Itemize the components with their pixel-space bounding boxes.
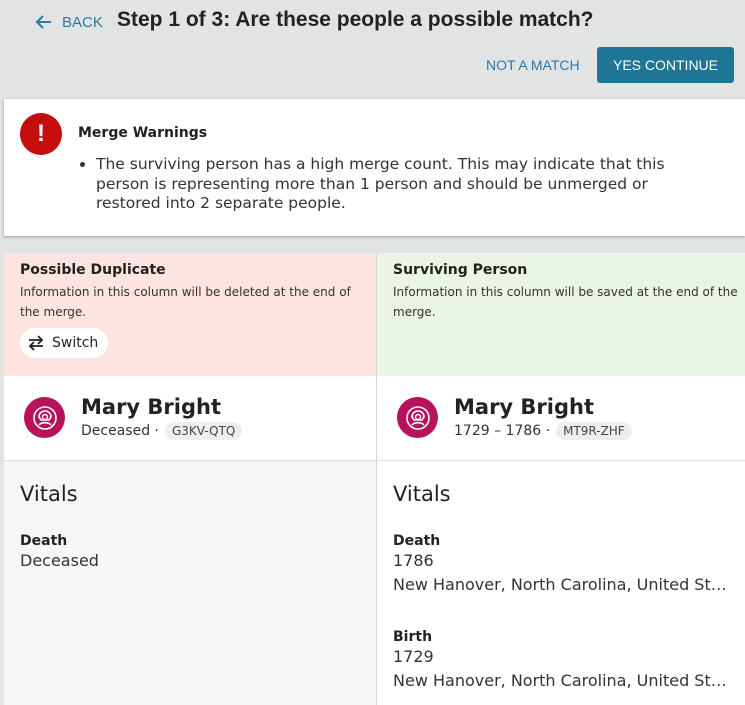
alert-icon: ! bbox=[20, 113, 62, 155]
field-value-date: 1729 bbox=[393, 647, 434, 666]
top-bar: BACK Step 1 of 3: Are these people a pos… bbox=[0, 0, 745, 98]
back-button[interactable]: BACK bbox=[34, 12, 103, 32]
lifespan: Deceased · bbox=[81, 423, 159, 439]
column-description: Information in this column will be saved… bbox=[393, 285, 738, 319]
person-id-badge: MT9R-ZHF bbox=[556, 422, 632, 440]
back-label: BACK bbox=[62, 13, 103, 31]
switch-label: Switch bbox=[52, 335, 99, 351]
duplicate-vitals-section: Vitals Death Deceased bbox=[4, 461, 376, 705]
warning-list: The surviving person has a high merge co… bbox=[96, 155, 716, 214]
section-title: Vitals bbox=[393, 482, 451, 506]
yes-continue-button[interactable]: YES CONTINUE bbox=[597, 47, 734, 83]
death-field: Death 1786 New Hanover, North Carolina, … bbox=[393, 533, 733, 597]
surviving-vitals-section: Vitals Death 1786 New Hanover, North Car… bbox=[377, 461, 745, 705]
death-field: Death Deceased bbox=[20, 533, 360, 573]
field-value: Deceased bbox=[20, 551, 99, 570]
merge-warnings-panel: ! Merge Warnings The surviving person ha… bbox=[4, 99, 745, 236]
column-heading: Possible Duplicate bbox=[20, 262, 166, 278]
page-title: Step 1 of 3: Are these people a possible… bbox=[117, 8, 594, 31]
surviving-person-header: Surviving Person Information in this col… bbox=[377, 253, 745, 376]
column-divider bbox=[376, 253, 377, 705]
possible-duplicate-header: Possible Duplicate Information in this c… bbox=[4, 253, 376, 376]
person-name[interactable]: Mary Bright bbox=[81, 395, 221, 419]
birth-field: Birth 1729 New Hanover, North Carolina, … bbox=[393, 629, 733, 693]
column-description: Information in this column will be delet… bbox=[20, 285, 351, 319]
field-label: Death bbox=[20, 533, 68, 549]
switch-button[interactable]: Switch bbox=[20, 328, 108, 358]
arrow-left-icon bbox=[35, 15, 51, 29]
swap-icon bbox=[28, 335, 44, 351]
duplicate-person-card[interactable]: Mary Bright Deceased · G3KV-QTQ bbox=[4, 376, 376, 461]
column-heading: Surviving Person bbox=[393, 262, 528, 278]
person-name[interactable]: Mary Bright bbox=[454, 395, 594, 419]
not-a-match-button[interactable]: NOT A MATCH bbox=[486, 57, 580, 73]
warning-item: The surviving person has a high merge co… bbox=[96, 155, 716, 214]
surviving-person-card[interactable]: Mary Bright 1729 – 1786 · MT9R-ZHF bbox=[377, 376, 745, 461]
person-id-badge: G3KV-QTQ bbox=[164, 422, 243, 440]
field-value-date: 1786 bbox=[393, 551, 434, 570]
warning-title: Merge Warnings bbox=[78, 125, 208, 141]
field-label: Birth bbox=[393, 629, 433, 645]
field-value-place: New Hanover, North Carolina, United Stat… bbox=[393, 575, 733, 594]
lifespan: 1729 – 1786 · bbox=[454, 423, 551, 439]
section-title: Vitals bbox=[20, 482, 78, 506]
field-value-place: New Hanover, North Carolina, United Stat… bbox=[393, 671, 733, 690]
female-avatar-icon bbox=[397, 397, 438, 438]
female-avatar-icon bbox=[24, 397, 65, 438]
person-lifespan-line: 1729 – 1786 · MT9R-ZHF bbox=[454, 422, 632, 440]
person-lifespan-line: Deceased · G3KV-QTQ bbox=[81, 422, 243, 440]
field-label: Death bbox=[393, 533, 441, 549]
